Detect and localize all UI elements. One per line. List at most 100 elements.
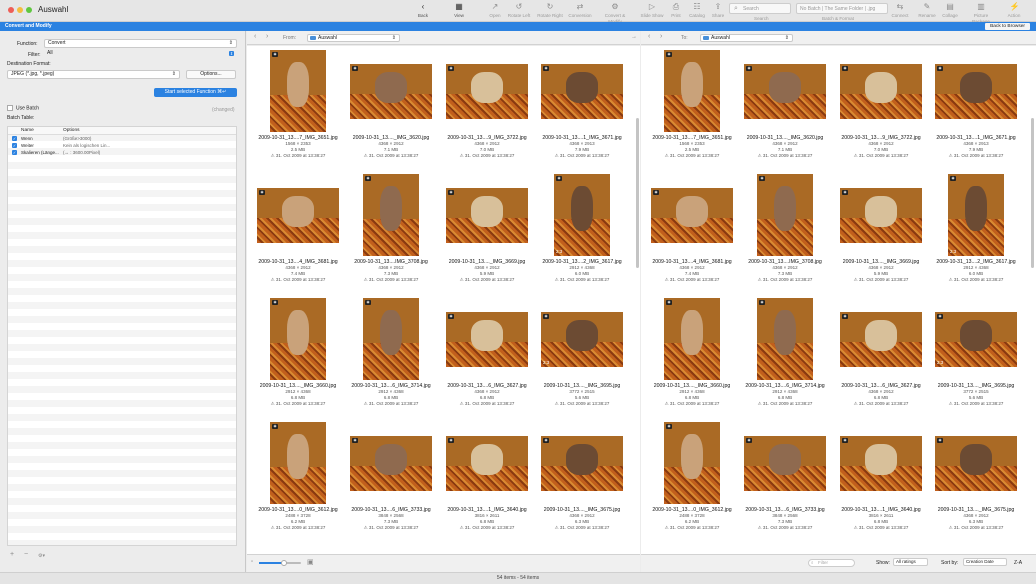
image-thumbnail-cell[interactable]: ◉ 2009-10-31_13....9_IMG_3722.jpg 4368 × 2…	[441, 50, 533, 172]
photo-thumbnail[interactable]: ◉	[840, 436, 922, 491]
options-button[interactable]: Options...	[186, 70, 236, 79]
start-function-button[interactable]: Start selected Function ⌘↵	[154, 88, 237, 97]
photo-thumbnail[interactable]: ◉	[350, 436, 432, 491]
photo-thumbnail[interactable]: ◉	[744, 436, 826, 491]
photo-thumbnail[interactable]: ◉	[757, 174, 813, 256]
minimize-window-button[interactable]	[17, 7, 23, 13]
image-thumbnail-cell[interactable]: ◉ 2009-10-31_13...._IMG_3660.jpg 2912 × 43…	[252, 298, 344, 420]
search-input[interactable]: ⌕ Search	[729, 3, 791, 14]
photo-thumbnail[interactable]: ◉	[840, 64, 922, 119]
image-thumbnail-cell[interactable]: ◉ 2009-10-31_13....1_IMG_3671.jpg 4368 × 2…	[930, 50, 1022, 172]
photo-thumbnail[interactable]: ◉	[664, 298, 720, 380]
zoom-slider[interactable]	[259, 560, 301, 566]
checkmark-icon[interactable]: ✓	[12, 150, 17, 155]
chevron-left-icon[interactable]: ‹	[254, 33, 256, 40]
photo-thumbnail[interactable]: ◉	[446, 188, 528, 243]
zoom-slider-thumb[interactable]	[281, 560, 287, 566]
image-thumbnail-cell[interactable]: ◉ 2009-10-31_13....6_IMG_3714.jpg 2912 × 4…	[345, 298, 437, 420]
scrollbar[interactable]	[636, 118, 639, 268]
image-thumbnail-cell[interactable]: ◉ 2009-10-31_13...._IMG_3660.jpg 2912 × 43…	[646, 298, 738, 420]
chevron-right-icon[interactable]: ›	[266, 33, 268, 40]
photo-thumbnail[interactable]: ◉	[664, 50, 720, 132]
sort-by-select[interactable]: Creation Date	[963, 558, 1007, 566]
image-thumbnail-cell[interactable]: ◉ 2009-10-31_13...._IMG_3620.jpg 4368 × 29…	[739, 50, 831, 172]
arrow-right-icon[interactable]: →	[631, 34, 637, 40]
target-path-select[interactable]: Auswahl ⇕	[700, 34, 793, 42]
photo-thumbnail[interactable]: ◉ 2:3	[554, 174, 610, 256]
column-name-header[interactable]: Name	[21, 127, 34, 135]
image-thumbnail-cell[interactable]: ◉ 2009-10-31_13....7_IMG_3651.jpg 1568 × 2…	[646, 50, 738, 172]
use-batch-checkbox[interactable]: Use Batch	[7, 105, 39, 111]
image-thumbnail-cell[interactable]: ◉ 2:3 2009-10-31_13....2_IMG_3617.jpg 2912 …	[930, 174, 1022, 296]
photo-thumbnail[interactable]: ◉	[350, 64, 432, 119]
column-options-header[interactable]: Options	[63, 127, 80, 135]
image-thumbnail-cell[interactable]: ◉ 2009-10-31_13...._IMG_3620.jpg 4368 × 29…	[345, 50, 437, 172]
photo-thumbnail[interactable]: ◉	[935, 64, 1017, 119]
image-thumbnail-cell[interactable]: ◉ 2009-10-31_13...._IMG_3669.jpg 4368 × 29…	[835, 174, 927, 296]
photo-thumbnail[interactable]: ◉	[446, 312, 528, 367]
source-path-select[interactable]: Auswahl ⇕	[307, 34, 400, 42]
chevron-right-icon[interactable]: ›	[660, 33, 662, 40]
photo-thumbnail[interactable]: ◉	[363, 174, 419, 256]
add-step-button[interactable]: +	[10, 551, 14, 558]
toolbar-view-button[interactable]: ▦ View	[443, 3, 475, 19]
chevron-left-icon[interactable]: ‹	[648, 33, 650, 40]
image-thumbnail-cell[interactable]: ◉ 2009-10-31_13....6_IMG_3627.jpg 4368 × 2…	[441, 298, 533, 420]
photo-thumbnail[interactable]: ◉ 2:3	[948, 174, 1004, 256]
filter-input[interactable]: ⌕ Filter	[808, 559, 855, 567]
scrollbar[interactable]	[1031, 118, 1034, 268]
photo-thumbnail[interactable]: ◉	[446, 436, 528, 491]
filter-select[interactable]: All ⇕	[44, 50, 237, 59]
image-thumbnail-cell[interactable]: ◉ 2009-10-31_13...._IMG_3669.jpg 4368 × 29…	[441, 174, 533, 296]
image-thumbnail-cell[interactable]: ◉ 2009-10-31_13....7_IMG_3651.jpg 1568 × 2…	[252, 50, 344, 172]
image-thumbnail-cell[interactable]: ◉ 2009-10-31_13....IMG_3708.jpg 4368 × 291…	[345, 174, 437, 296]
photo-thumbnail[interactable]: ◉	[363, 298, 419, 380]
photo-thumbnail[interactable]: ◉	[840, 312, 922, 367]
function-select[interactable]: Convert ⇕	[44, 39, 237, 48]
image-thumbnail-cell[interactable]: ◉ 2009-10-31_13....0_IMG_3612.jpg 2488 × 3…	[252, 422, 344, 544]
back-to-browser-button[interactable]: Back to Browser	[985, 23, 1030, 30]
destination-format-select[interactable]: JPEG (*.jpg, *.jpeg) ⇕	[7, 70, 180, 79]
toolbar-action-button[interactable]: ⚡ Action	[998, 3, 1030, 19]
toolbar-rotate-left-button[interactable]: ↺ Rotate Left	[503, 3, 535, 19]
batch-row[interactable]: ✓ Weiter Kein als logischen Lin...	[8, 142, 236, 149]
zoom-window-button[interactable]	[26, 7, 32, 13]
image-thumbnail-cell[interactable]: ◉ 2009-10-31_13....0_IMG_3612.jpg 2488 × 3…	[646, 422, 738, 544]
photo-thumbnail[interactable]: ◉	[446, 64, 528, 119]
batch-format-select[interactable]: No Batch | The Same Folder | .jpg	[796, 3, 888, 14]
remove-step-button[interactable]: −	[24, 551, 28, 558]
gear-menu-button[interactable]: ⚙▾	[38, 553, 45, 559]
image-thumbnail-cell[interactable]: ◉ 2:3 2009-10-31_13...._IMG_3695.jpg 3772 ×…	[930, 298, 1022, 420]
batch-row[interactable]: ✓ Wenn (Größe>3000)	[8, 135, 236, 142]
image-thumbnail-cell[interactable]: ◉ 2009-10-31_13....6_IMG_3733.jpg 3848 × 2…	[739, 422, 831, 544]
close-window-button[interactable]	[8, 7, 14, 13]
batch-row[interactable]: ✓ Skalieren (Länge... (↔ : 3600.00Pixel)	[8, 149, 236, 156]
batch-table[interactable]: Name Options ✓ Wenn (Größe>3000) ✓ Weiter Ke…	[7, 126, 237, 546]
image-thumbnail-cell[interactable]: ◉ 2009-10-31_13....1_IMG_3671.jpg 4368 × 2…	[536, 50, 628, 172]
photo-thumbnail[interactable]: ◉	[651, 188, 733, 243]
image-thumbnail-cell[interactable]: ◉ 2:3 2009-10-31_13....2_IMG_3617.jpg 2912 …	[536, 174, 628, 296]
image-thumbnail-cell[interactable]: ◉ 2009-10-31_13....4_IMG_3681.jpg 4368 × 2…	[252, 174, 344, 296]
target-image-grid[interactable]: ◉ 2009-10-31_13....7_IMG_3651.jpg 1568 × 2…	[641, 46, 1036, 554]
image-thumbnail-cell[interactable]: ◉ 2009-10-31_13....4_IMG_3681.jpg 4368 × 2…	[646, 174, 738, 296]
photo-thumbnail[interactable]: ◉	[757, 298, 813, 380]
image-thumbnail-cell[interactable]: ◉ 2009-10-31_13...._IMG_3675.jpg 4368 × 29…	[930, 422, 1022, 544]
image-thumbnail-cell[interactable]: ◉ 2009-10-31_13....6_IMG_3627.jpg 4368 × 2…	[835, 298, 927, 420]
toolbar-conversion-button[interactable]: ⇄ Conversion	[564, 3, 596, 19]
photo-thumbnail[interactable]: ◉	[270, 422, 326, 504]
image-thumbnail-cell[interactable]: ◉ 2:3 2009-10-31_13...._IMG_3695.jpg 3772 ×…	[536, 298, 628, 420]
photo-thumbnail[interactable]: ◉	[664, 422, 720, 504]
photo-thumbnail[interactable]: ◉	[541, 436, 623, 491]
source-image-grid[interactable]: ◉ 2009-10-31_13....7_IMG_3651.jpg 1568 × 2…	[247, 46, 640, 554]
image-thumbnail-cell[interactable]: ◉ 2009-10-31_13....1_IMG_3640.jpg 3816 × 2…	[835, 422, 927, 544]
photo-thumbnail[interactable]: ◉	[840, 188, 922, 243]
sort-direction-button[interactable]: Z-A	[1014, 560, 1022, 566]
rating-filter-select[interactable]: All ratings	[893, 558, 928, 566]
image-thumbnail-cell[interactable]: ◉ 2009-10-31_13....6_IMG_3714.jpg 2912 × 4…	[739, 298, 831, 420]
image-thumbnail-cell[interactable]: ◉ 2009-10-31_13....1_IMG_3640.jpg 3816 × 2…	[441, 422, 533, 544]
image-thumbnail-cell[interactable]: ◉ 2009-10-31_13...._IMG_3675.jpg 4368 × 29…	[536, 422, 628, 544]
photo-thumbnail[interactable]: ◉	[270, 298, 326, 380]
toolbar-back-button[interactable]: ‹ Back	[407, 3, 439, 19]
image-thumbnail-cell[interactable]: ◉ 2009-10-31_13....6_IMG_3733.jpg 3848 × 2…	[345, 422, 437, 544]
photo-thumbnail[interactable]: ◉ 2:3	[541, 312, 623, 367]
